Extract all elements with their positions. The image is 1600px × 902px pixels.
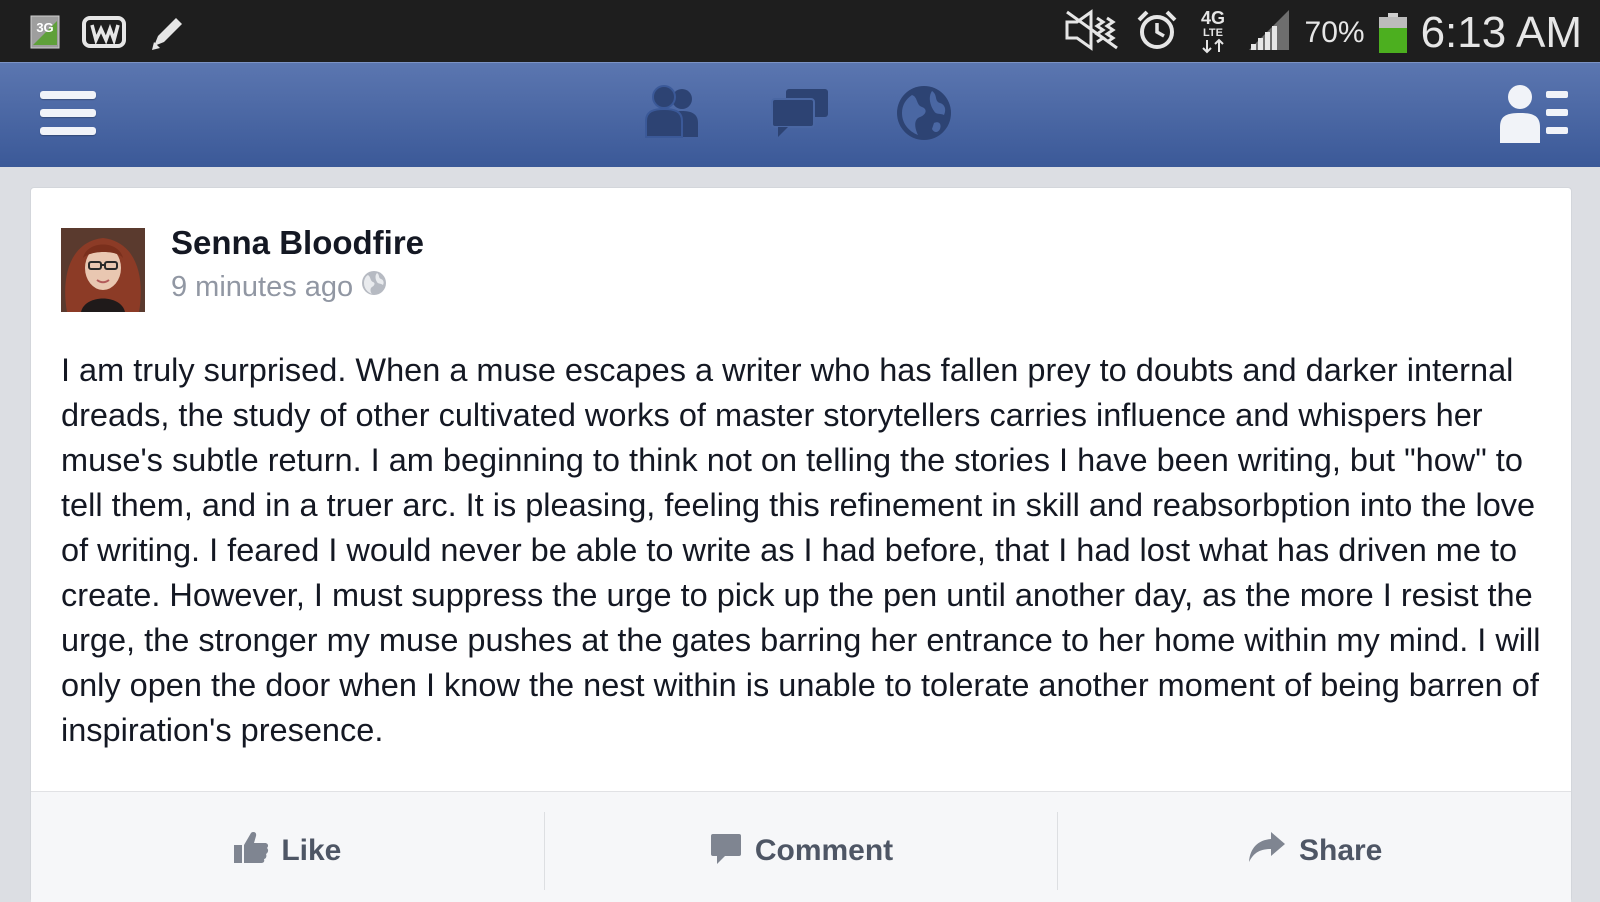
signal-icon [1247,8,1291,57]
status-bar-left: 3G [30,12,188,57]
post-timestamp-text: 9 minutes ago [171,270,354,303]
facebook-nav-bar [0,62,1600,167]
battery-level [1378,27,1407,53]
share-button[interactable]: Share [1058,812,1571,890]
post-action-bar: Like Comment Share [31,791,1571,902]
like-label: Like [281,834,342,867]
4g-lte-icon: 4G LTE [1193,6,1233,59]
globe-icon [361,270,387,304]
notifications-globe-icon[interactable] [894,83,954,148]
pencil-icon [148,12,188,57]
comment-bubble-icon [709,830,743,872]
post-author[interactable]: Senna Bloodfire [171,224,424,262]
friend-requests-icon[interactable] [640,83,706,148]
wunderlist-icon [82,15,126,54]
battery-percent: 70% [1304,15,1365,49]
share-arrow-icon [1247,830,1287,872]
post-text: I am truly surprised. When a muse escape… [61,352,1541,748]
svg-text:LTE: LTE [1203,27,1223,39]
like-button[interactable]: Like [31,812,545,890]
status-bar: 3G 4G LTE 70% 6:13 AM [0,0,1600,62]
alarm-icon [1135,8,1179,57]
clock: 6:13 AM [1420,7,1582,57]
thumbs-up-icon [233,829,269,873]
mute-icon [1063,8,1121,57]
avatar[interactable] [61,228,145,312]
comment-label: Comment [754,834,894,867]
battery-icon [1378,12,1407,53]
svg-text:4G: 4G [1201,8,1225,28]
3g-icon: 3G [30,15,60,54]
profile-list-icon[interactable] [1498,83,1570,150]
post-timestamp[interactable]: 9 minutes ago [171,270,387,304]
menu-icon[interactable] [40,91,96,137]
messages-icon[interactable] [768,83,832,148]
status-bar-right: 4G LTE 70% 6:13 AM [1063,6,1582,59]
svg-text:3G: 3G [36,20,53,35]
share-label: Share [1298,834,1383,867]
post-card: Senna Bloodfire 9 minutes ago I am truly… [30,187,1572,902]
comment-button[interactable]: Comment [545,812,1059,890]
